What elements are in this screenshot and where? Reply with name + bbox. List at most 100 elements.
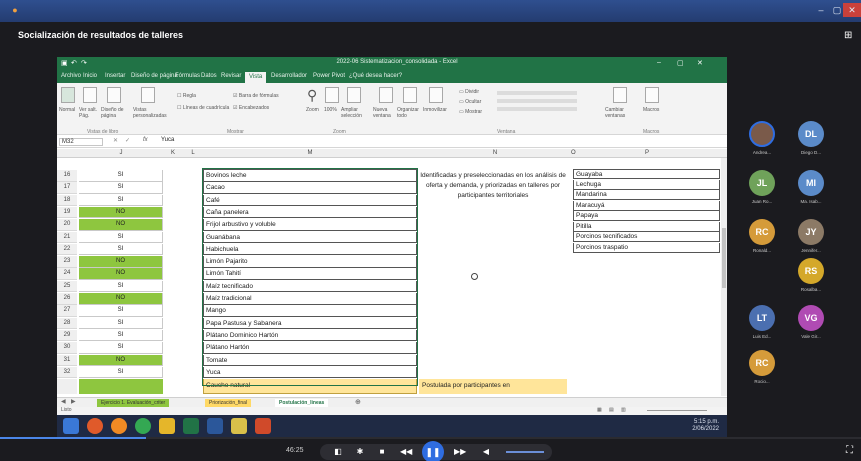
freeze-panes-button[interactable] — [429, 87, 443, 103]
volume-slider[interactable] — [506, 451, 544, 453]
cell-j[interactable]: SI — [79, 329, 163, 342]
prev-sheet-icon[interactable]: ◀ — [61, 398, 66, 405]
cell-m[interactable]: Guanábana — [203, 231, 417, 243]
ribbon-tab-7[interactable]: Vista — [245, 72, 267, 83]
cell-p[interactable]: Mandarina — [573, 190, 720, 200]
cell-j[interactable]: SI — [79, 317, 163, 330]
participant-avatar[interactable]: DL — [798, 121, 824, 147]
switch-windows-button[interactable] — [613, 87, 627, 103]
row-header[interactable]: 29 — [57, 329, 77, 342]
cell-j33[interactable] — [79, 379, 163, 394]
cell-n-description[interactable]: Identificadas y preseleccionadas en los … — [419, 171, 567, 201]
break-view-status-icon[interactable]: ▥ — [621, 407, 626, 413]
cell-m[interactable]: Caña panelera — [203, 206, 417, 219]
grid-view-icon[interactable]: ⊞ — [844, 30, 852, 41]
zoom-selection-button[interactable] — [347, 87, 361, 103]
ribbon-tab-10[interactable]: ¿Qué desea hacer? — [349, 73, 402, 79]
cell-j[interactable]: NO — [79, 206, 163, 219]
cell-j[interactable]: SI — [79, 342, 163, 354]
firefox-icon[interactable] — [111, 418, 127, 434]
cell-p[interactable]: Pitilla — [573, 221, 720, 232]
rewind-icon[interactable]: ◀◀ — [400, 446, 412, 458]
ruler-checkbox[interactable]: ☐ Regla — [177, 93, 196, 99]
column-header-n[interactable]: N — [419, 149, 571, 158]
excel-maximize-icon[interactable]: ▢ — [677, 59, 684, 67]
cell-j[interactable]: NO — [79, 256, 163, 268]
cell-m[interactable]: Habichuela — [203, 243, 417, 256]
chrome-icon[interactable] — [135, 418, 151, 434]
row-header[interactable]: 28 — [57, 317, 77, 330]
new-window-button[interactable] — [379, 87, 393, 103]
cell-m[interactable]: Papa Pastusa y Sabanera — [203, 317, 417, 330]
cell-j[interactable]: SI — [79, 231, 163, 243]
enter-check-icon[interactable]: ✓ — [125, 137, 130, 144]
cell-m[interactable]: Cacao — [203, 182, 417, 194]
normal-view-status-icon[interactable]: ▦ — [597, 407, 602, 413]
cell-p[interactable]: Porcinos traspatio — [573, 242, 720, 253]
ribbon-tab-6[interactable]: Revisar — [221, 73, 241, 79]
formula-input[interactable]: Yuca — [161, 137, 174, 143]
cell-j[interactable]: NO — [79, 219, 163, 231]
sheet-tab-priorizacion[interactable]: Priorización_final — [205, 399, 252, 407]
participant-avatar[interactable]: LT — [749, 305, 775, 331]
participant-avatar[interactable]: JY — [798, 219, 824, 245]
cell-m[interactable]: Limón Tahití — [203, 268, 417, 280]
row-header[interactable]: 32 — [57, 366, 77, 379]
ribbon-tab-8[interactable]: Desarrollador — [271, 73, 307, 79]
cell-p[interactable]: Papaya — [573, 211, 720, 221]
scrollbar-thumb[interactable] — [722, 228, 726, 288]
sync-scroll-option[interactable] — [497, 99, 577, 103]
cell-p[interactable]: Porcinos tecnificados — [573, 232, 720, 242]
zoom-icon[interactable]: ⚲ — [307, 87, 317, 104]
ribbon-tab-2[interactable]: Insertar — [105, 73, 125, 79]
side-by-side-option[interactable] — [497, 91, 577, 95]
cell-p[interactable]: Maracuyá — [573, 200, 720, 211]
redo-icon[interactable]: ↷ — [81, 59, 87, 67]
fx-icon[interactable]: fx — [143, 137, 148, 143]
cell-p[interactable]: Lechuga — [573, 179, 720, 190]
vertical-scrollbar[interactable] — [721, 158, 727, 396]
cell-m[interactable]: Bovinos leche — [203, 170, 417, 182]
excel-taskbar-icon[interactable] — [183, 418, 199, 434]
formula-bar-checkbox[interactable]: ☑ Barra de fórmulas — [233, 93, 279, 99]
row-header[interactable]: 19 — [57, 206, 77, 219]
excel-close-icon[interactable]: ✕ — [697, 59, 703, 67]
participant-avatar[interactable]: RS — [798, 258, 824, 284]
excel-minimize-icon[interactable]: – — [657, 59, 661, 66]
settings-icon[interactable]: ✱ — [354, 446, 366, 458]
ribbon-tab-4[interactable]: Fórmulas — [175, 73, 200, 79]
row-header[interactable]: 26 — [57, 293, 77, 305]
sheet-tab-postulacion[interactable]: Postulación_lineas — [275, 399, 329, 407]
cell-j[interactable]: SI — [79, 280, 163, 293]
cell-j[interactable]: NO — [79, 293, 163, 305]
taskbar-clock[interactable]: 5:15 p.m. 2/06/2022 — [692, 419, 719, 433]
participant-avatar[interactable]: RC — [749, 350, 775, 376]
powerpoint-taskbar-icon[interactable] — [255, 418, 271, 434]
cell-j[interactable]: SI — [79, 194, 163, 207]
cell-m[interactable]: Plátano Dominico Hartón — [203, 329, 417, 342]
name-box[interactable]: M32 — [59, 138, 103, 146]
participant-avatar[interactable]: VG — [798, 305, 824, 331]
add-sheet-icon[interactable]: ⊕ — [355, 398, 361, 406]
cell-j[interactable]: NO — [79, 268, 163, 280]
row-header[interactable]: 22 — [57, 243, 77, 256]
reset-position-option[interactable] — [497, 107, 577, 111]
pause-button[interactable]: ❚❚ — [422, 441, 444, 461]
macros-button[interactable] — [645, 87, 659, 103]
row-header[interactable]: 31 — [57, 354, 77, 366]
participant-avatar[interactable]: JL — [749, 170, 775, 196]
column-header-j[interactable]: J — [79, 149, 163, 158]
headings-checkbox[interactable]: ☑ Encabezados — [233, 105, 269, 111]
start-icon[interactable] — [63, 418, 79, 434]
custom-views-button[interactable] — [141, 87, 155, 103]
cell-m[interactable]: Yuca — [203, 366, 417, 379]
zoom-100-button[interactable] — [325, 87, 339, 103]
cell-j[interactable]: SI — [79, 170, 163, 182]
ribbon-tab-3[interactable]: Diseño de página — [131, 73, 178, 79]
layout-view-status-icon[interactable]: ▤ — [609, 407, 614, 413]
cell-m[interactable]: Plátano Hartón — [203, 342, 417, 354]
undo-icon[interactable]: ↶ — [71, 59, 77, 67]
stop-icon[interactable]: ■ — [376, 446, 388, 458]
cell-m[interactable]: Frijol arbustivo y voluble — [203, 219, 417, 231]
participant-avatar[interactable]: MI — [798, 170, 824, 196]
